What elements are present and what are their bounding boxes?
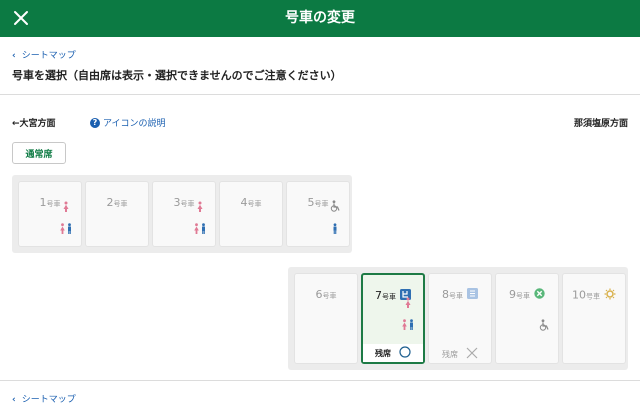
car-7[interactable]: 7号車残席 bbox=[361, 273, 425, 364]
car-suffix: 号車 bbox=[113, 200, 128, 208]
car-suffix: 号車 bbox=[516, 292, 530, 300]
car-number: 2 bbox=[106, 196, 114, 209]
chevron-left-icon: ‹ bbox=[12, 395, 16, 405]
breadcrumb-label: シートマップ bbox=[21, 395, 76, 405]
direction-right: 那須塩原方面 bbox=[573, 119, 628, 129]
car-suffix: 号車 bbox=[322, 292, 337, 300]
wheelchair-icon bbox=[538, 316, 550, 335]
car-number: 3 bbox=[173, 196, 181, 209]
chevron-left-icon: ‹ bbox=[12, 51, 16, 61]
car-number: 1 bbox=[39, 196, 47, 209]
car-number: 10 bbox=[572, 288, 586, 302]
car-number: 9 bbox=[509, 288, 516, 301]
direction-left: ←大宮方面 bbox=[12, 119, 56, 129]
car-number: 4 bbox=[240, 196, 248, 209]
car-1[interactable]: 1号車 bbox=[18, 181, 82, 247]
car-8[interactable]: 8号車残席 bbox=[428, 273, 492, 364]
breadcrumb-seatmap-bottom[interactable]: ‹ シートマップ bbox=[12, 392, 76, 405]
car-suffix: 号車 bbox=[314, 200, 329, 208]
divider bbox=[0, 94, 640, 95]
wheelchair-icon bbox=[329, 197, 341, 216]
women-restroom-icon bbox=[404, 293, 412, 312]
icon-help-label: アイコンの説明 bbox=[103, 119, 166, 129]
car-number-label: 8号車 bbox=[429, 288, 491, 302]
non-designated-seat-icon bbox=[467, 288, 478, 302]
car-number-label: 10号車 bbox=[563, 288, 625, 303]
breadcrumb-label: シートマップ bbox=[21, 51, 76, 61]
modal-header: 号車の変更 bbox=[0, 0, 640, 37]
car-number-label: 6号車 bbox=[295, 288, 357, 301]
car-suffix: 号車 bbox=[449, 292, 463, 300]
car-suffix: 号車 bbox=[247, 200, 262, 208]
facility-icons bbox=[59, 197, 73, 238]
breadcrumb-seatmap-top[interactable]: ‹ シートマップ bbox=[12, 48, 76, 61]
women-restroom-icon bbox=[196, 197, 204, 216]
availability-label: 残席 bbox=[442, 349, 458, 359]
car-3[interactable]: 3号車 bbox=[152, 181, 216, 247]
women-restroom-icon bbox=[62, 197, 70, 216]
icon-help-link[interactable]: ? アイコンの説明 bbox=[90, 116, 166, 129]
select-car-heading: 号車を選択（自由席は表示・選択できませんのでご注意ください） bbox=[12, 69, 342, 82]
car-10[interactable]: 10号車 bbox=[562, 273, 626, 364]
car-6[interactable]: 6号車 bbox=[294, 273, 358, 364]
car-4[interactable]: 4号車 bbox=[219, 181, 283, 247]
divider bbox=[0, 380, 640, 381]
car-suffix: 号車 bbox=[382, 293, 396, 301]
availability-status: 残席 bbox=[429, 345, 491, 363]
car-suffix: 号車 bbox=[586, 292, 600, 301]
facility-icons bbox=[401, 293, 415, 334]
facility-icons bbox=[538, 316, 550, 335]
car-number-label: 9号車 bbox=[496, 288, 558, 302]
disabled-mark-icon bbox=[534, 288, 545, 302]
availability-label: 残席 bbox=[375, 348, 391, 358]
multipurpose-restroom-icon bbox=[331, 219, 339, 238]
facility-icons bbox=[193, 197, 207, 238]
unavailable-cross-icon bbox=[466, 347, 478, 361]
car-number: 8 bbox=[442, 288, 449, 301]
page-title: 号車の変更 bbox=[285, 10, 355, 26]
help-icon: ? bbox=[90, 117, 100, 128]
car-5[interactable]: 5号車 bbox=[286, 181, 350, 247]
restroom-icon bbox=[401, 315, 415, 334]
car-number-label: 2号車 bbox=[86, 196, 148, 209]
car-number: 5 bbox=[307, 196, 315, 209]
car-2[interactable]: 2号車 bbox=[85, 181, 149, 247]
restroom-icon bbox=[193, 219, 207, 238]
facility-icons bbox=[329, 197, 341, 238]
car-number-label: 4号車 bbox=[220, 196, 282, 209]
seat-class-regular-button[interactable]: 通常席 bbox=[12, 142, 66, 164]
green-car-icon bbox=[604, 288, 616, 303]
car-9[interactable]: 9号車 bbox=[495, 273, 559, 364]
car-number: 7 bbox=[375, 289, 382, 302]
available-circle-icon bbox=[399, 346, 411, 360]
car-number: 6 bbox=[315, 288, 323, 301]
availability-status: 残席 bbox=[363, 344, 423, 362]
restroom-icon bbox=[59, 219, 73, 238]
